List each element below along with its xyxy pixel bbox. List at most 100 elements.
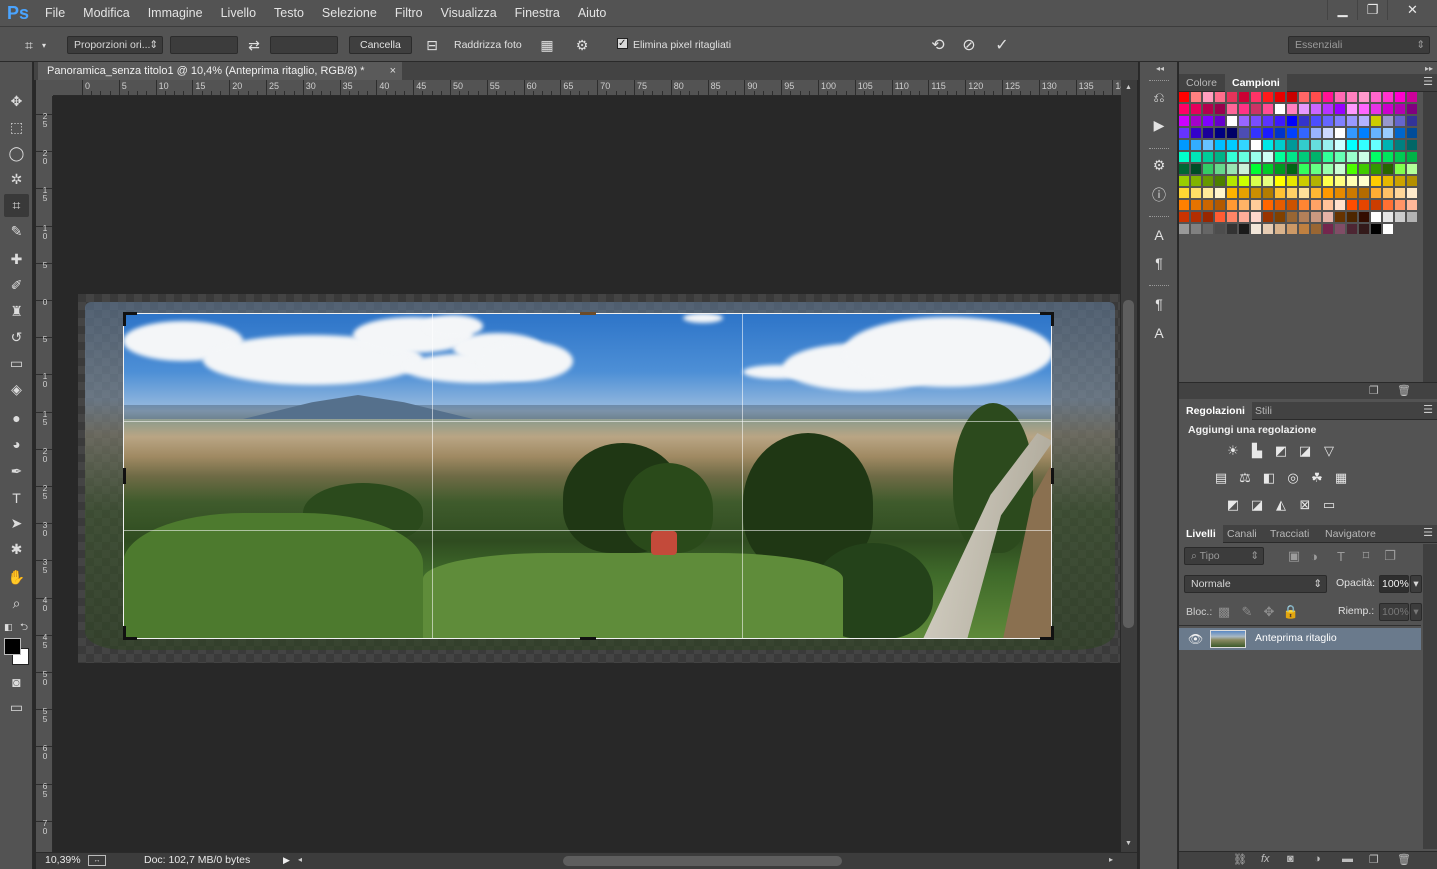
scroll-up-icon[interactable]: ▲ (1125, 84, 1132, 91)
color-swatch[interactable] (1395, 188, 1406, 199)
info-panel-icon[interactable]: ⓘ (1148, 185, 1170, 205)
character-styles-icon[interactable]: A (1148, 323, 1170, 343)
filter-pixel-icon[interactable]: ▣ (1285, 547, 1303, 565)
type-tool-icon[interactable]: T (4, 486, 29, 509)
color-swatch[interactable] (1335, 92, 1346, 103)
color-swatch[interactable] (1215, 188, 1226, 199)
status-menu-arrow-icon[interactable]: ▶ (283, 855, 290, 866)
color-lookup-icon[interactable]: ▦ (1332, 469, 1350, 487)
color-swatch[interactable] (1179, 92, 1190, 103)
opacity-dropdown-icon[interactable]: ▾ (1410, 575, 1422, 593)
color-swatch[interactable] (1395, 140, 1406, 151)
layer-row[interactable]: 👁 Anteprima ritaglio (1179, 628, 1421, 650)
color-swatch[interactable] (1299, 188, 1310, 199)
color-swatch[interactable] (1395, 176, 1406, 187)
color-swatch[interactable] (1347, 188, 1358, 199)
color-swatch[interactable] (1227, 140, 1238, 151)
color-swatch[interactable] (1275, 164, 1286, 175)
color-swatch[interactable] (1335, 104, 1346, 115)
color-swatch[interactable] (1287, 104, 1298, 115)
visibility-eye-icon[interactable]: 👁 (1188, 632, 1203, 646)
color-swatch[interactable] (1275, 128, 1286, 139)
color-swatch[interactable] (1287, 224, 1298, 235)
foreground-color-swatch[interactable] (4, 638, 21, 655)
channel-mixer-icon[interactable]: ☘ (1308, 469, 1326, 487)
history-brush-tool-icon[interactable]: ↺ (4, 326, 29, 349)
crop-handle-top[interactable] (580, 312, 596, 315)
new-swatch-icon[interactable]: ❐ (1369, 384, 1379, 397)
color-swatch[interactable] (1347, 128, 1358, 139)
black-white-icon[interactable]: ◧ (1260, 469, 1278, 487)
menu-aiuto[interactable]: Aiuto (569, 0, 616, 26)
paragraph-panel-icon[interactable]: ¶ (1148, 253, 1170, 273)
color-swatch[interactable] (1227, 92, 1238, 103)
color-swatch[interactable] (1287, 152, 1298, 163)
reset-icon[interactable]: ⟲ (927, 35, 949, 55)
color-swatch[interactable] (1239, 140, 1250, 151)
color-swatch[interactable] (1335, 140, 1346, 151)
crop-handle-bottom[interactable] (580, 637, 596, 640)
color-swatch[interactable] (1383, 128, 1394, 139)
color-swatch[interactable] (1179, 188, 1190, 199)
color-swatch[interactable] (1203, 152, 1214, 163)
color-swatch[interactable] (1371, 140, 1382, 151)
color-swatch[interactable] (1371, 176, 1382, 187)
color-swatch[interactable] (1251, 200, 1262, 211)
color-swatch[interactable] (1395, 92, 1406, 103)
color-swatch[interactable] (1275, 188, 1286, 199)
color-swatch[interactable] (1251, 128, 1262, 139)
color-swatch[interactable] (1251, 92, 1262, 103)
scroll-down-icon[interactable]: ▼ (1125, 840, 1132, 847)
color-swatch[interactable] (1335, 152, 1346, 163)
new-group-icon[interactable]: ▬ (1342, 853, 1353, 865)
crop-handle-left[interactable] (123, 468, 126, 484)
color-swatch[interactable] (1263, 140, 1274, 151)
color-swatch[interactable] (1203, 188, 1214, 199)
color-swatch[interactable] (1371, 224, 1382, 235)
color-swatch[interactable] (1215, 104, 1226, 115)
tool-presets-icon[interactable]: ⚙ (1148, 155, 1170, 175)
color-swatch[interactable] (1179, 116, 1190, 127)
menu-selezione[interactable]: Selezione (313, 0, 386, 26)
tab-tracciati[interactable]: Tracciati (1263, 525, 1316, 543)
color-swatch[interactable] (1191, 140, 1202, 151)
color-swatch[interactable] (1179, 212, 1190, 223)
scroll-right-icon[interactable]: ▸ (1109, 855, 1113, 864)
zoom-level[interactable]: 10,39% (45, 854, 81, 866)
panel-menu-icon[interactable]: ☰ (1423, 75, 1433, 88)
panel-menu-icon[interactable]: ☰ (1423, 403, 1433, 416)
color-swatch[interactable] (1227, 152, 1238, 163)
color-swatch[interactable] (1227, 212, 1238, 223)
color-swatch[interactable] (1251, 176, 1262, 187)
color-swatch[interactable] (1215, 200, 1226, 211)
swap-colors-icon[interactable]: ⮌ (20, 620, 28, 637)
color-swatch[interactable] (1203, 164, 1214, 175)
minimize-button[interactable]: ▁ (1327, 0, 1357, 20)
horizontal-scroll-thumb[interactable] (563, 856, 842, 866)
color-swatch[interactable] (1407, 92, 1418, 103)
color-swatch[interactable] (1311, 116, 1322, 127)
color-swatch[interactable] (1407, 128, 1418, 139)
color-swatch[interactable] (1407, 212, 1418, 223)
color-swatch[interactable] (1323, 188, 1334, 199)
layer-name[interactable]: Anteprima ritaglio (1255, 632, 1337, 644)
color-swatch[interactable] (1323, 224, 1334, 235)
color-swatch[interactable] (1407, 116, 1418, 127)
color-swatch[interactable] (1191, 164, 1202, 175)
color-swatch[interactable] (1347, 176, 1358, 187)
vibrance-icon[interactable]: ▽ (1320, 442, 1338, 460)
color-swatch[interactable] (1371, 104, 1382, 115)
color-swatch[interactable] (1239, 212, 1250, 223)
link-layers-icon[interactable]: ⛓ (1233, 853, 1247, 866)
color-swatch[interactable] (1263, 116, 1274, 127)
color-swatch[interactable] (1263, 164, 1274, 175)
color-swatch[interactable] (1395, 152, 1406, 163)
color-swatch[interactable] (1395, 212, 1406, 223)
color-swatch[interactable] (1215, 140, 1226, 151)
color-swatch[interactable] (1203, 140, 1214, 151)
color-swatch[interactable] (1383, 164, 1394, 175)
layer-filter-select[interactable]: ⌕ Tipo ⇕ (1184, 547, 1264, 565)
color-swatch[interactable] (1287, 116, 1298, 127)
character-panel-icon[interactable]: A (1148, 225, 1170, 245)
collapse-panels-icon[interactable]: ▸▸ (1425, 64, 1433, 73)
